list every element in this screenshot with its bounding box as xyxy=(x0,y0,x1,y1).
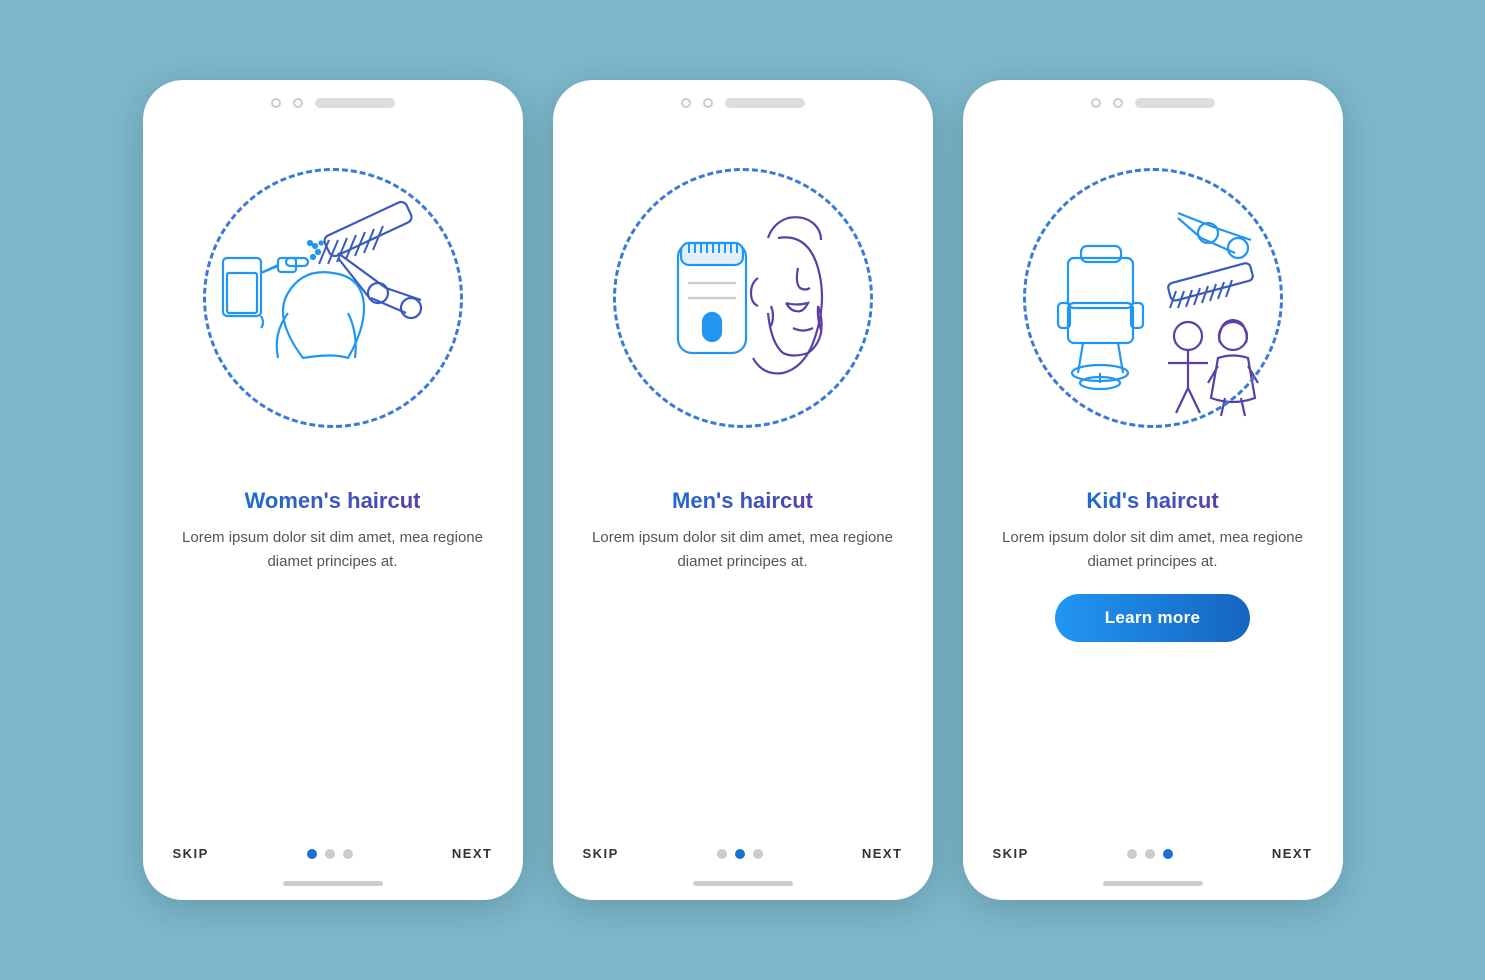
kids-bottom-bar: SKIP NEXT xyxy=(963,832,1343,881)
dot-1-active xyxy=(307,849,317,859)
womens-text-area: Women's haircut Lorem ipsum dolor sit di… xyxy=(143,478,523,832)
kids-skip-btn[interactable]: SKIP xyxy=(993,846,1029,861)
learn-more-button[interactable]: Learn more xyxy=(1055,594,1251,642)
womens-illustration xyxy=(143,118,523,478)
screens-container: Women's haircut Lorem ipsum dolor sit di… xyxy=(143,80,1343,900)
dot-3 xyxy=(753,849,763,859)
kids-title: Kid's haircut xyxy=(1086,488,1218,514)
dashed-circle-3 xyxy=(1023,168,1283,428)
kids-text-area: Kid's haircut Lorem ipsum dolor sit dim … xyxy=(963,478,1343,832)
womens-skip-btn[interactable]: SKIP xyxy=(173,846,209,861)
womens-screen: Women's haircut Lorem ipsum dolor sit di… xyxy=(143,80,523,900)
mens-next-btn[interactable]: NEXT xyxy=(862,846,903,861)
speaker-pill xyxy=(315,98,395,108)
sensor-dot-2 xyxy=(703,98,713,108)
sensor-dot xyxy=(293,98,303,108)
mens-text-area: Men's haircut Lorem ipsum dolor sit dim … xyxy=(553,478,933,832)
camera-dot-3 xyxy=(1091,98,1101,108)
camera-dot-2 xyxy=(681,98,691,108)
dot-1 xyxy=(717,849,727,859)
womens-bottom-bar: SKIP NEXT xyxy=(143,832,523,881)
home-indicator-3 xyxy=(1103,881,1203,886)
mens-bottom-bar: SKIP NEXT xyxy=(553,832,933,881)
kids-screen: Kid's haircut Lorem ipsum dolor sit dim … xyxy=(963,80,1343,900)
mens-desc: Lorem ipsum dolor sit dim amet, mea regi… xyxy=(583,526,903,574)
phone-top-bar-2 xyxy=(553,80,933,118)
dashed-circle-1 xyxy=(203,168,463,428)
dashed-circle-2 xyxy=(613,168,873,428)
home-indicator-2 xyxy=(693,881,793,886)
kids-next-btn[interactable]: NEXT xyxy=(1272,846,1313,861)
dot-2 xyxy=(1145,849,1155,859)
dot-3 xyxy=(343,849,353,859)
dot-3-active xyxy=(1163,849,1173,859)
dot-1 xyxy=(1127,849,1137,859)
dot-2 xyxy=(325,849,335,859)
womens-next-btn[interactable]: NEXT xyxy=(452,846,493,861)
womens-title: Women's haircut xyxy=(245,488,421,514)
mens-title: Men's haircut xyxy=(672,488,813,514)
speaker-pill-2 xyxy=(725,98,805,108)
kids-illustration xyxy=(963,118,1343,478)
womens-desc: Lorem ipsum dolor sit dim amet, mea regi… xyxy=(173,526,493,574)
home-indicator-1 xyxy=(283,881,383,886)
mens-screen: Men's haircut Lorem ipsum dolor sit dim … xyxy=(553,80,933,900)
speaker-pill-3 xyxy=(1135,98,1215,108)
sensor-dot-3 xyxy=(1113,98,1123,108)
mens-skip-btn[interactable]: SKIP xyxy=(583,846,619,861)
camera-dot xyxy=(271,98,281,108)
womens-dots xyxy=(307,849,353,859)
dot-2-active xyxy=(735,849,745,859)
mens-illustration xyxy=(553,118,933,478)
kids-desc: Lorem ipsum dolor sit dim amet, mea regi… xyxy=(993,526,1313,574)
mens-dots xyxy=(717,849,763,859)
kids-dots xyxy=(1127,849,1173,859)
phone-top-bar-1 xyxy=(143,80,523,118)
phone-top-bar-3 xyxy=(963,80,1343,118)
